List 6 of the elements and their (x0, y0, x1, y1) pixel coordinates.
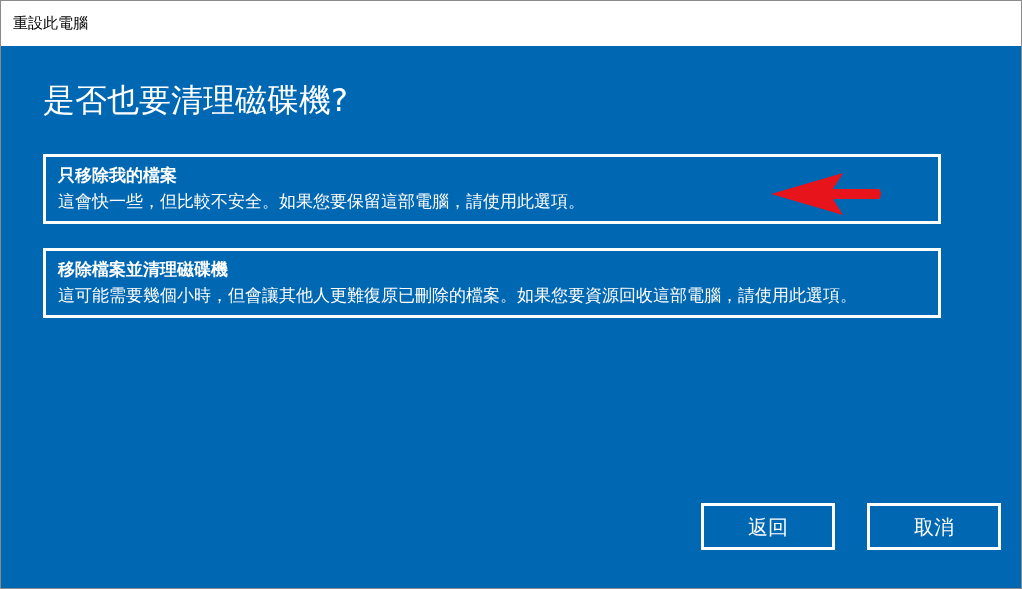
window-title: 重設此電腦 (13, 13, 88, 35)
option-button[interactable]: 移除檔案並清理磁碟機 這可能需要幾個小時，但會讓其他人更難復原已刪除的檔案。如果您要資源回收這部電腦，請使用此選項。 (43, 248, 941, 318)
option-button[interactable]: 只移除我的檔案 這會快一些，但比較不安全。如果您要保留這部電腦，請使用此選項。 (43, 154, 941, 224)
dialog-heading: 是否也要清理磁碟機? (43, 80, 349, 121)
dialog-button[interactable]: 返回 (701, 503, 835, 550)
dialog-button[interactable]: 取消 (867, 503, 1001, 550)
